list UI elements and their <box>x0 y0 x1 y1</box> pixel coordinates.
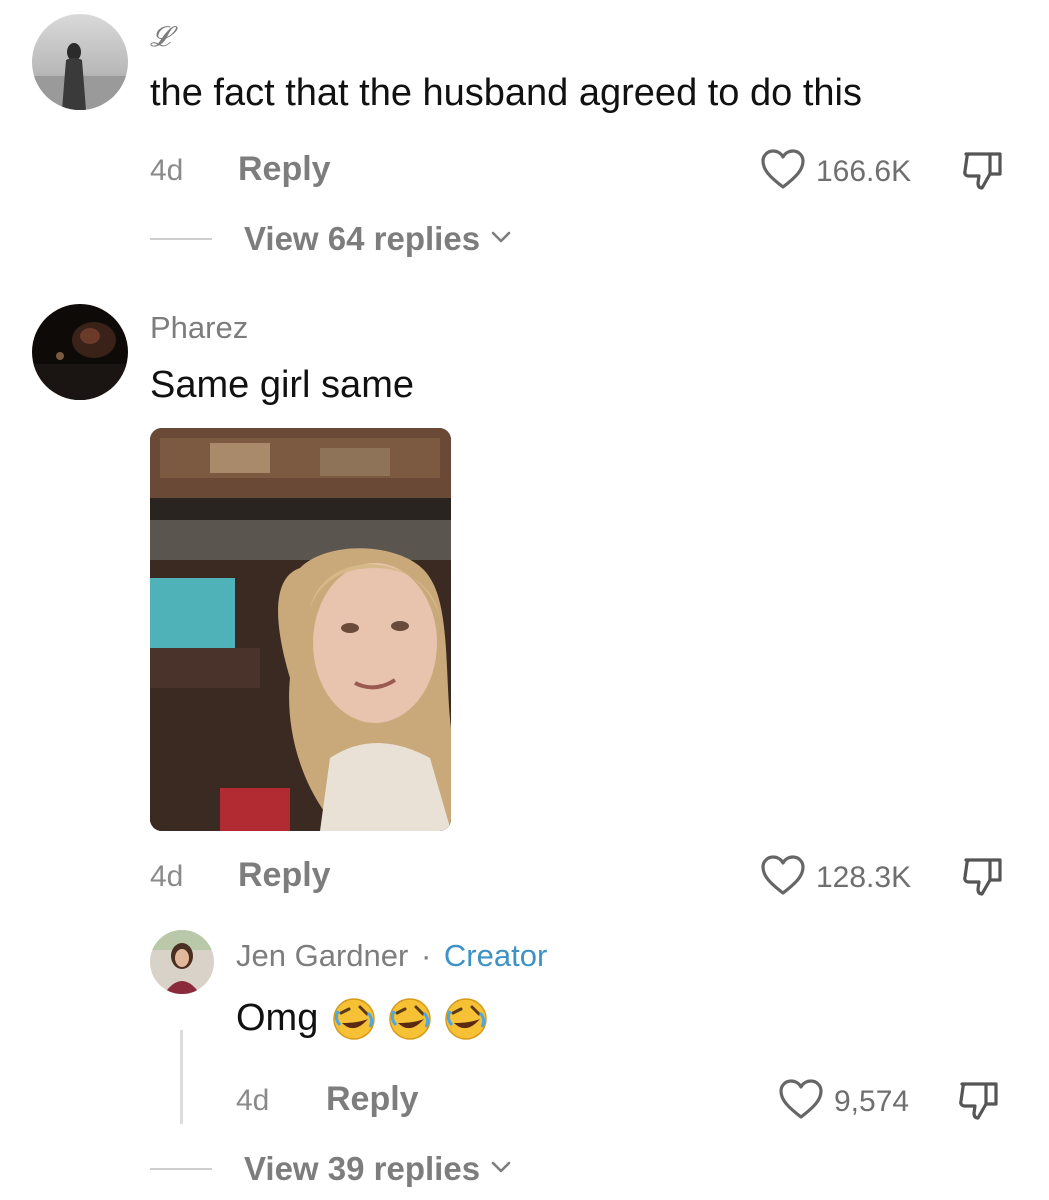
comment-image[interactable] <box>150 428 451 831</box>
reply-username[interactable]: Jen Gardner <box>236 938 408 973</box>
comment-timestamp: 4d <box>150 154 184 187</box>
reply-button[interactable]: Reply <box>326 1080 419 1119</box>
thumbs-down-icon <box>960 858 1006 904</box>
thumbs-down-icon <box>956 1082 1002 1128</box>
reply-text-row: Omg <box>236 996 488 1041</box>
avatar[interactable] <box>150 930 214 994</box>
comment-username[interactable]: 𝓛 <box>150 22 170 54</box>
rolling-laughing-emoji-icon <box>388 996 432 1041</box>
reply-timestamp: 4d <box>236 1084 270 1117</box>
like-button[interactable]: 9,574 <box>778 1078 909 1125</box>
separator-dot: · <box>420 938 432 973</box>
view-replies-button[interactable]: View 39 replies <box>150 1150 512 1188</box>
dislike-button[interactable] <box>960 854 1006 905</box>
dislike-button[interactable] <box>956 1078 1002 1129</box>
comment-text: the fact that the husband agreed to do t… <box>150 72 862 114</box>
reply-button[interactable]: Reply <box>238 856 331 895</box>
comment-text: Same girl same <box>150 364 414 406</box>
heart-icon <box>778 1078 824 1125</box>
heart-icon <box>760 148 806 195</box>
thread-line <box>180 1030 183 1124</box>
comment-timestamp: 4d <box>150 860 184 893</box>
creator-badge: Creator <box>443 938 548 973</box>
reply-username-row: Jen Gardner · Creator <box>236 938 547 974</box>
like-count: 9,574 <box>834 1084 910 1118</box>
view-replies-label: View 64 replies <box>244 220 481 257</box>
heart-icon <box>760 854 806 901</box>
like-count: 128.3K <box>816 860 912 894</box>
reply-button[interactable]: Reply <box>238 150 331 189</box>
rolling-laughing-emoji-icon <box>444 996 488 1041</box>
chevron-down-icon <box>490 230 512 249</box>
divider-line <box>150 238 212 240</box>
avatar[interactable] <box>32 14 128 110</box>
avatar[interactable] <box>32 304 128 400</box>
divider-line <box>150 1168 212 1170</box>
like-count: 166.6K <box>816 154 912 188</box>
thumbs-down-icon <box>960 152 1006 198</box>
rolling-laughing-emoji-icon <box>332 996 376 1041</box>
view-replies-label: View 39 replies <box>244 1150 481 1187</box>
chevron-down-icon <box>490 1160 512 1179</box>
dislike-button[interactable] <box>960 148 1006 199</box>
view-replies-button[interactable]: View 64 replies <box>150 220 512 258</box>
comment-username[interactable]: Pharez <box>150 310 248 346</box>
like-button[interactable]: 166.6K <box>760 148 911 195</box>
reply-text: Omg <box>236 996 319 1039</box>
like-button[interactable]: 128.3K <box>760 854 911 901</box>
